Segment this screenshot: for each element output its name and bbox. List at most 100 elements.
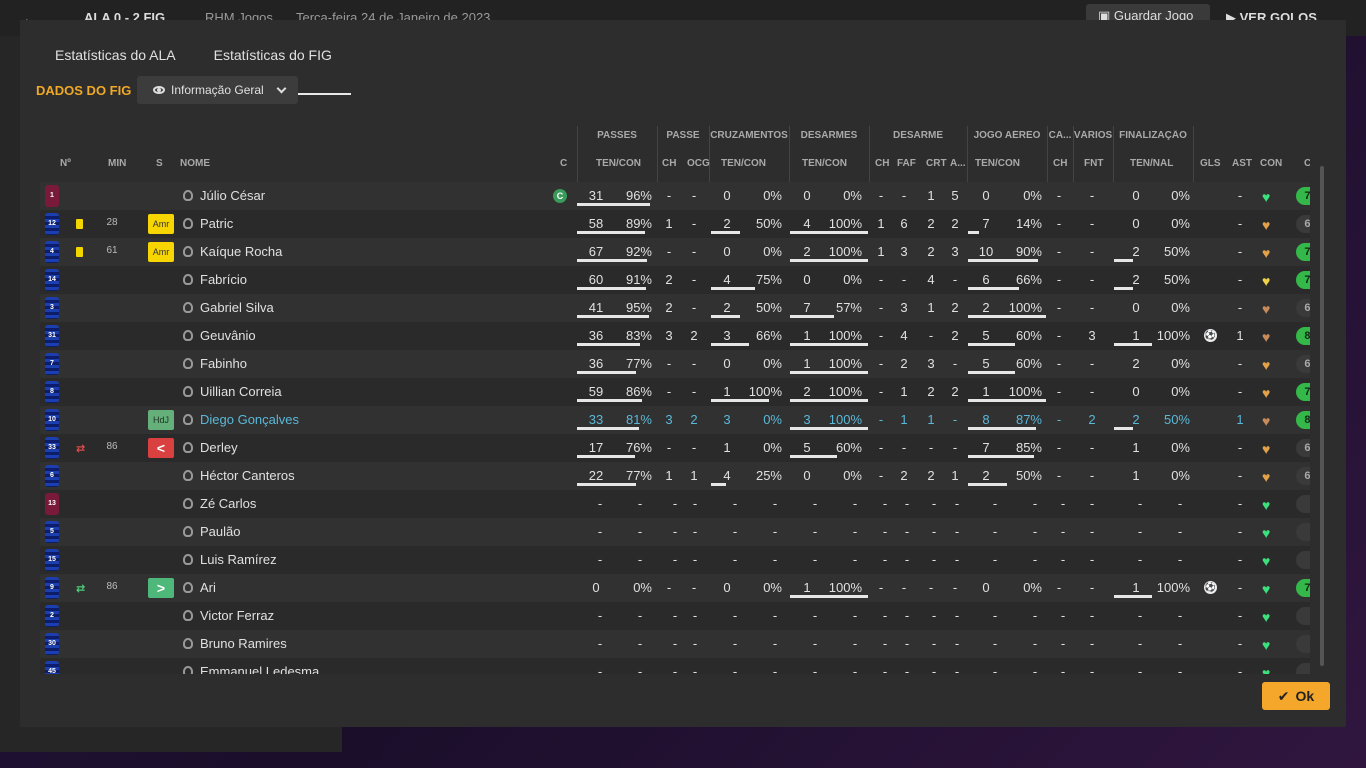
- pass-ocg-value: -: [691, 244, 697, 259]
- player-name[interactable]: Derley: [200, 440, 238, 455]
- column-header-sub-8[interactable]: A...: [950, 158, 966, 169]
- player-name[interactable]: Bruno Ramires: [200, 636, 287, 651]
- player-name[interactable]: Júlio César: [200, 188, 265, 203]
- column-header-4[interactable]: C: [560, 158, 567, 169]
- tackle-ch-value: -: [878, 384, 884, 399]
- table-row[interactable]: 2Victor Ferraz-------------------♥-: [40, 602, 1310, 630]
- table-scrollbar[interactable]: [1320, 166, 1324, 666]
- table-row[interactable]: 12 28 Amr Patric 58 89% 1-2 50% 4 100% 1 6 2 2 7 14% - -0…: [40, 210, 1310, 238]
- table-row[interactable]: 7Fabinho3677%--00%1100%-23-560%--20%-♥6.…: [40, 350, 1310, 378]
- table-row[interactable]: 5Paulão-------------------♥-: [40, 518, 1310, 546]
- player-name[interactable]: Fabrício: [200, 272, 247, 287]
- tackle-faf-value: 3: [900, 244, 908, 259]
- table-row[interactable]: 4 61 Amr Kaíque Rocha 67 92% - -0 0% 2 100% 1 3 2 3 10 9…: [40, 238, 1310, 266]
- table-row[interactable]: 13Zé Carlos-------------------♥-: [40, 490, 1310, 518]
- crosses-attempted: 0: [723, 356, 731, 371]
- column-header-sub-13[interactable]: GLS: [1200, 158, 1221, 169]
- table-row[interactable]: 33 ⇄ 86 < Derley 17 76% - -1 0% 5 60% - - - -7 85% - -1 0% -…: [40, 434, 1310, 462]
- goal-ball-icon: ⚽: [1204, 581, 1217, 594]
- empty-stat-cell: -: [954, 552, 960, 567]
- column-header-sub-10[interactable]: CH: [1053, 158, 1067, 169]
- empty-stat-cell: -: [692, 608, 698, 623]
- empty-stat-cell: -: [732, 636, 738, 651]
- condition-heart-icon: ♥: [1262, 665, 1271, 674]
- column-header-sub-2[interactable]: OCG: [687, 158, 710, 169]
- column-header-3[interactable]: NOME: [180, 158, 210, 169]
- player-name[interactable]: Emmanuel Ledesma: [200, 664, 319, 674]
- pass-ocg-value: 1: [690, 468, 698, 483]
- column-header-sub-9[interactable]: TEN/CON: [975, 158, 1020, 169]
- person-icon: [183, 302, 193, 313]
- column-header-sub-1[interactable]: CH: [662, 158, 676, 169]
- empty-stat-cell: -: [931, 608, 937, 623]
- view-select-dropdown[interactable]: Informação Geral: [137, 76, 298, 104]
- aerial-percentage: 87%: [1015, 412, 1042, 427]
- table-row[interactable]: 31 Geuvânio 36 83% 3 2 3 66% 1 100% -4-2 5 60% -3 1 100…: [40, 322, 1310, 350]
- passes-attempted: 36: [588, 328, 604, 343]
- empty-stat-cell: -: [812, 608, 818, 623]
- column-header-sub-3[interactable]: TEN/CON: [721, 158, 766, 169]
- table-row[interactable]: 30Bruno Ramires-------------------♥-: [40, 630, 1310, 658]
- player-rating: 6.4: [1296, 439, 1310, 457]
- table-row[interactable]: 45 Emmanuel Ledesma - - - - - - - - - - - - - - - - - - - ♥ -: [40, 658, 1310, 674]
- column-header-sub-15[interactable]: CON: [1260, 158, 1282, 169]
- tackle-faf-value: -: [901, 188, 907, 203]
- player-name[interactable]: Victor Ferraz: [200, 608, 274, 623]
- ca-value: -: [1056, 384, 1062, 399]
- passes-percentage: 92%: [625, 244, 652, 259]
- column-header-sub-14[interactable]: AST: [1232, 158, 1252, 169]
- column-header-sub-11[interactable]: FNT: [1084, 158, 1103, 169]
- table-row[interactable]: 6 Héctor Canteros 22 77% 1 1 4 25% 0 0% -2 2 1 2 50% - -…: [40, 462, 1310, 490]
- column-header-sub-6[interactable]: FAF: [897, 158, 916, 169]
- column-header-1[interactable]: MIN: [108, 158, 126, 169]
- column-header-2[interactable]: S: [156, 158, 163, 169]
- player-name[interactable]: Gabriel Silva: [200, 300, 274, 315]
- tackles-attempted: 1: [803, 328, 811, 343]
- player-name[interactable]: Fabinho: [200, 356, 247, 371]
- pass-ocg-value: 2: [690, 328, 698, 343]
- table-row[interactable]: 9⇄86>Ari00%--00%1100%----00%--1100%-⚽♥7.…: [40, 574, 1310, 602]
- column-header-0[interactable]: Nº: [60, 158, 71, 169]
- empty-stat-cell: -: [1137, 608, 1143, 623]
- player-name[interactable]: Kaíque Rocha: [200, 244, 282, 259]
- table-row[interactable]: 14 Fabrício 60 91% 2-4 75% 0 0% - -4-6 66% - -2 50% - ♥…: [40, 266, 1310, 294]
- crosses-attempted: 3: [723, 328, 731, 343]
- passes-percentage: 83%: [625, 328, 652, 343]
- table-row[interactable]: 3 Gabriel Silva 41 95% 2-2 50% 7 57% -3 1 2 2 100% - -…: [40, 294, 1310, 322]
- column-header-sub-7[interactable]: CRT: [926, 158, 947, 169]
- player-name[interactable]: Ari: [200, 580, 216, 595]
- crosses-percentage: 0%: [763, 356, 782, 371]
- column-header-sub-16[interactable]: CLA: [1304, 158, 1310, 169]
- player-name[interactable]: Patric: [200, 216, 233, 231]
- column-header-sub-4[interactable]: TEN/CON: [802, 158, 847, 169]
- passes-attempted: 58: [588, 216, 604, 231]
- player-name[interactable]: Héctor Canteros: [200, 468, 295, 483]
- person-icon: [183, 386, 193, 397]
- empty-stat-cell: -: [992, 496, 998, 511]
- ok-button[interactable]: ✔ Ok: [1262, 682, 1330, 710]
- crosses-percentage: 50%: [755, 300, 782, 315]
- table-row[interactable]: 1 Júlio César C 31 96% - -0 0% 0 0% - -1 5 0 0% - -0 0% - ♥…: [40, 182, 1310, 210]
- crosses-attempted: 4: [723, 468, 731, 483]
- empty-stat-cell: -: [1060, 496, 1066, 511]
- player-name[interactable]: Uillian Correia: [200, 384, 282, 399]
- crosses-attempted: 0: [723, 580, 731, 595]
- column-header-sub-12[interactable]: TEN/NAL: [1130, 158, 1173, 169]
- yellow-card-icon: [76, 247, 83, 257]
- column-header-sub-0[interactable]: TEN/CON: [596, 158, 641, 169]
- person-icon: [183, 638, 193, 649]
- table-row[interactable]: 8 Uillian Correia 59 86% - -1 100% 2 100% -1 2 2 1 10…: [40, 378, 1310, 406]
- aerial-attempted: 7: [982, 440, 990, 455]
- player-name[interactable]: Diego Gonçalves: [200, 412, 299, 427]
- table-row[interactable]: 10 HdJ Diego Gonçalves 33 81% 3 2 3 0% 3 100% -1 1-8…: [40, 406, 1310, 434]
- assists-value: -: [1237, 552, 1243, 567]
- table-row[interactable]: 15Luis Ramírez-------------------♥-: [40, 546, 1310, 574]
- pass-ch-value: -: [666, 580, 672, 595]
- aerial-bar: [968, 231, 979, 234]
- player-name[interactable]: Luis Ramírez: [200, 552, 277, 567]
- player-name[interactable]: Zé Carlos: [200, 496, 256, 511]
- player-name[interactable]: Geuvânio: [200, 328, 256, 343]
- column-header-sub-5[interactable]: CH: [875, 158, 889, 169]
- aerial-percentage: 0%: [1023, 580, 1042, 595]
- player-name[interactable]: Paulão: [200, 524, 240, 539]
